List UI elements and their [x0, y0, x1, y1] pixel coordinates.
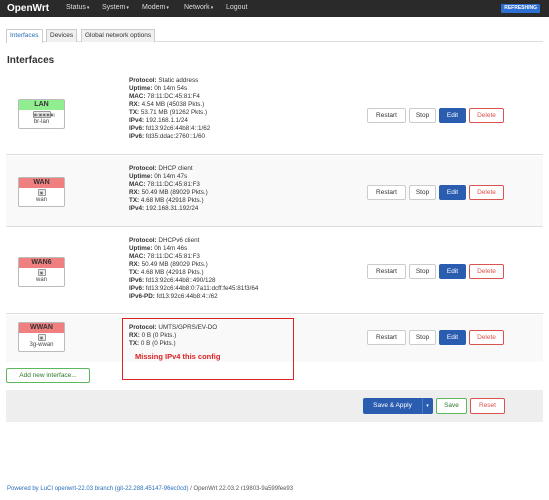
brand-logo[interactable]: OpenWrt [7, 3, 49, 14]
interface-badge-wwan: WWAN ▣ 3g-wwan [18, 322, 65, 352]
stop-button[interactable]: Stop [409, 330, 436, 345]
delete-button[interactable]: Delete [469, 108, 504, 123]
network-port-icon: ▣ [37, 189, 46, 196]
network-port-icon: ▣ [37, 269, 46, 276]
stop-button[interactable]: Stop [409, 264, 436, 279]
stop-button[interactable]: Stop [409, 185, 436, 200]
chevron-down-icon: ▾ [426, 403, 429, 409]
info-line: Uptime: 0h 14m 54s [129, 85, 188, 92]
nav-modem[interactable]: Modem▾ [142, 4, 169, 11]
nav-network[interactable]: Network▾ [184, 4, 213, 11]
chevron-down-icon: ▾ [210, 5, 214, 11]
info-line: IPv6-PD: fd13:92c6:44b8:4::/62 [129, 293, 218, 300]
delete-button[interactable]: Delete [469, 264, 504, 279]
info-line: IPv4: 192.168.1.1/24 [129, 117, 188, 124]
interface-badge-wan: WAN ▣ wan [18, 177, 65, 207]
restart-button[interactable]: Restart [367, 264, 406, 279]
nav-system[interactable]: System▾ [102, 4, 129, 11]
interface-name: WWAN [19, 323, 64, 333]
footer-powered-by: Powered by LuCI openwrt-22.03 branch (gi… [7, 486, 293, 492]
info-line: TX: 53.71 MB (91262 Pkts.) [129, 109, 208, 116]
info-line: TX: 4.68 MB (42918 Pkts.) [129, 269, 204, 276]
info-line: Protocol: Static address [129, 77, 199, 84]
chevron-down-icon: ▾ [86, 5, 90, 11]
tab-global-network-options[interactable]: Global network options [81, 29, 156, 42]
stop-button[interactable]: Stop [409, 108, 436, 123]
info-line: TX: 4.68 MB (42918 Pkts.) [129, 197, 204, 204]
info-line: IPv4: 192.168.31.192/24 [129, 205, 199, 212]
interface-row-wan: WAN ▣ wan Protocol: DHCP client Uptime: … [6, 156, 543, 227]
tab-devices[interactable]: Devices [46, 29, 78, 42]
device-label: br-lan [33, 119, 50, 125]
info-line: MAC: 78:11:DC:45:81:F4 [129, 93, 200, 100]
tab-interfaces[interactable]: Interfaces [6, 29, 43, 43]
action-bar: Save & Apply ▾ Save Reset [6, 390, 543, 422]
edit-button[interactable]: Edit [439, 264, 466, 279]
restart-button[interactable]: Restart [367, 330, 406, 345]
top-navbar: OpenWrt Status▾ System▾ Modem▾ Network▾ … [0, 0, 549, 17]
info-line: RX: 50.49 MB (89029 Pkts.) [129, 261, 208, 268]
interface-name: LAN [19, 100, 64, 110]
interface-info-wan: Protocol: DHCP client Uptime: 0h 14m 47s… [129, 165, 208, 213]
save-apply-button[interactable]: Save & Apply [363, 398, 422, 414]
info-line: RX: 4.54 MB (45038 Pkts.) [129, 101, 205, 108]
interface-badge-wan6: WAN6 ▣ wan [18, 257, 65, 287]
edit-button[interactable]: Edit [439, 108, 466, 123]
interface-name: WAN6 [19, 258, 64, 268]
info-line: Protocol: DHCPv6 client [129, 237, 200, 244]
info-line: RX: 50.49 MB (89029 Pkts.) [129, 189, 208, 196]
add-new-interface-button[interactable]: Add new interface... [6, 368, 90, 383]
interface-info-wan6: Protocol: DHCPv6 client Uptime: 0h 14m 4… [129, 237, 258, 301]
reset-button[interactable]: Reset [470, 398, 505, 414]
chevron-down-icon: ▾ [126, 5, 129, 11]
save-apply-dropdown[interactable]: ▾ [422, 398, 433, 414]
refreshing-badge[interactable]: REFRESHING [501, 4, 540, 13]
info-line: Uptime: 0h 14m 47s [129, 173, 188, 180]
save-button[interactable]: Save [436, 398, 467, 414]
interface-badge-lan: LAN ▣(▣▣▣▣) br-lan [18, 99, 65, 129]
interface-row-lan: LAN ▣(▣▣▣▣) br-lan Protocol: Static addr… [6, 68, 543, 155]
device-label: 3g-wwan [29, 342, 54, 348]
restart-button[interactable]: Restart [367, 185, 406, 200]
powered-by-prefix[interactable]: Powered by [7, 486, 40, 492]
annotation-box: Missing IPv4 this config [122, 318, 294, 380]
info-line: Protocol: DHCP client [129, 165, 193, 172]
info-line: IPv6: fd13:92c6:44b8:0:7a11:dcff:fe45:81… [129, 285, 259, 292]
edit-button[interactable]: Edit [439, 330, 466, 345]
interface-name: WAN [19, 178, 64, 188]
tab-bar: Interfaces Devices Global network option… [6, 29, 543, 43]
device-label: wan [35, 277, 47, 283]
interface-row-wan6: WAN6 ▣ wan Protocol: DHCPv6 client Uptim… [6, 228, 543, 314]
device-label: wan [35, 197, 47, 203]
delete-button[interactable]: Delete [469, 185, 504, 200]
restart-button[interactable]: Restart [367, 108, 406, 123]
chevron-down-icon: ▾ [166, 5, 169, 11]
annotation-text: Missing IPv4 this config [135, 352, 221, 361]
info-line: MAC: 78:11:DC:45:81:F3 [129, 181, 200, 188]
edit-button[interactable]: Edit [439, 185, 466, 200]
info-line: MAC: 78:11:DC:45:81:F3 [129, 253, 200, 260]
openwrt-version: / OpenWrt 22.03.2 r19803-9a599fee93 [188, 486, 294, 492]
luci-version-link[interactable]: LuCI openwrt-22.03 branch (git-22.288.45… [40, 486, 188, 492]
nav-logout[interactable]: Logout [226, 4, 247, 11]
info-line: IPv6: fd35:ddac:2760::1/60 [129, 133, 205, 140]
nav-status[interactable]: Status▾ [66, 4, 89, 11]
modem-icon: ▣ [37, 334, 46, 341]
page-title: Interfaces [7, 55, 55, 66]
info-line: Uptime: 0h 14m 46s [129, 245, 188, 252]
network-port-icon: ▣(▣▣▣▣) [32, 111, 56, 118]
interface-info-lan: Protocol: Static address Uptime: 0h 14m … [129, 77, 210, 141]
delete-button[interactable]: Delete [469, 330, 504, 345]
info-line: IPv6: fd13:92c6:44b8:4::1/62 [129, 125, 211, 132]
info-line: IPv6: fd13:92c6:44b8::490/128 [129, 277, 216, 284]
